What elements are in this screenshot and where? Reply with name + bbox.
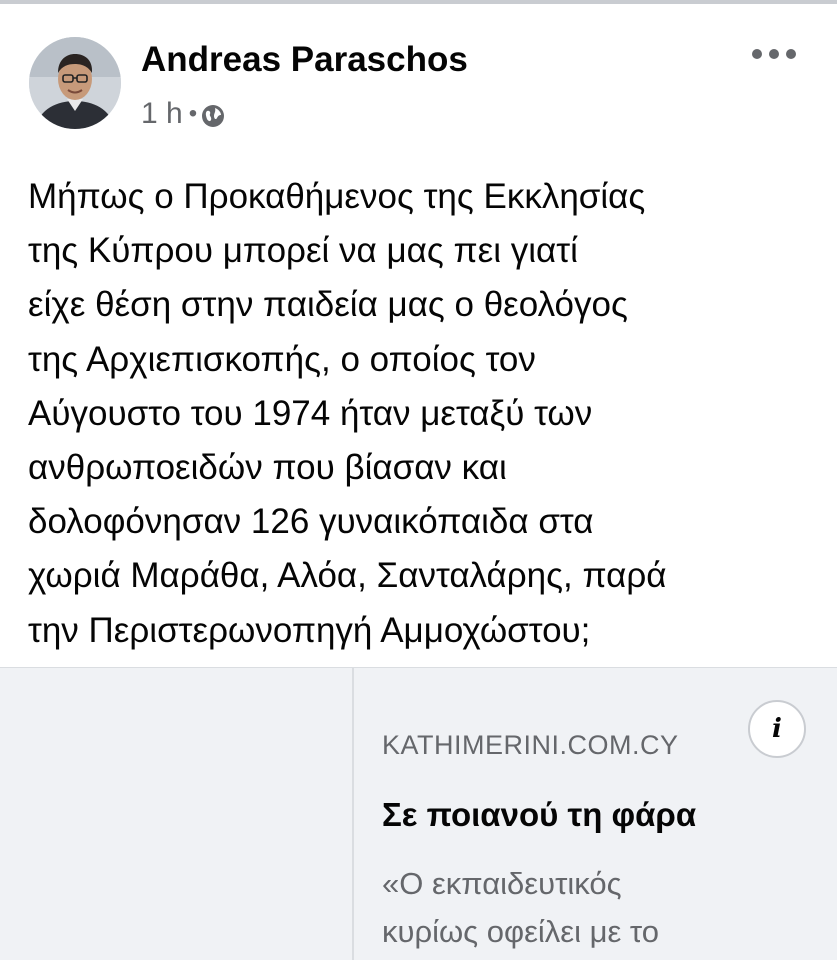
author-name[interactable]: Andreas Paraschos: [141, 40, 468, 80]
link-preview-card[interactable]: KATHIMERINI.COM.CY Σε ποιανού τη φάρα «Ο…: [0, 667, 837, 960]
info-icon[interactable]: i: [748, 700, 806, 758]
globe-icon[interactable]: [201, 102, 225, 127]
more-dot: [786, 49, 796, 59]
post-meta: 1 h •: [141, 96, 225, 132]
post-text-line: της Αρχιεπισκοπής, ο οποίος τον: [28, 339, 536, 379]
avatar-photo: [29, 37, 121, 129]
more-dot: [769, 49, 779, 59]
post-header: Andreas Paraschos 1 h •: [0, 4, 837, 144]
post-text-line: Μήπως ο Προκαθήμενος της Εκκλησίας: [28, 177, 646, 216]
post-text-line: είχε θέση στην παιδεία μας ο θεολόγος: [28, 285, 628, 325]
post-text-line: Αύγουστο του 1974 ήταν μεταξύ των: [28, 393, 593, 433]
post-text-line: της Κύπρου μπορεί να μας πει γιατί: [28, 231, 578, 271]
card-divider: [352, 668, 354, 960]
link-title[interactable]: Σε ποιανού τη φάρα: [382, 796, 696, 834]
more-options-icon[interactable]: [752, 42, 796, 66]
facebook-post: Andreas Paraschos 1 h • Μήπως ο Προκαθήμ…: [0, 0, 837, 960]
post-text: Μήπως ο Προκαθήμενος της Εκκλησίας της Κ…: [28, 170, 818, 658]
post-text-line: ανθρωποειδών που βίασαν και: [28, 448, 507, 488]
post-timestamp[interactable]: 1 h: [141, 97, 183, 131]
link-description-line: «Ο εκπαιδευτικός: [382, 866, 622, 901]
link-description-line: κυρίως οφείλει με το: [382, 914, 659, 949]
post-text-line: χωριά Μαράθα, Αλόα, Σανταλάρης, παρά: [28, 556, 667, 596]
link-domain: KATHIMERINI.COM.CY: [382, 730, 679, 760]
post-text-line: δολοφόνησαν 126 γυναικόπαιδα στα: [28, 502, 594, 542]
author-avatar[interactable]: [29, 37, 121, 129]
post-text-line: την Περιστερωνοπηγή Αμμοχώστου;: [28, 610, 591, 650]
link-thumbnail[interactable]: [0, 668, 352, 960]
more-dot: [752, 49, 762, 59]
link-description: «Ο εκπαιδευτικός κυρίως οφείλει με το: [382, 860, 802, 956]
meta-separator: •: [188, 100, 198, 127]
